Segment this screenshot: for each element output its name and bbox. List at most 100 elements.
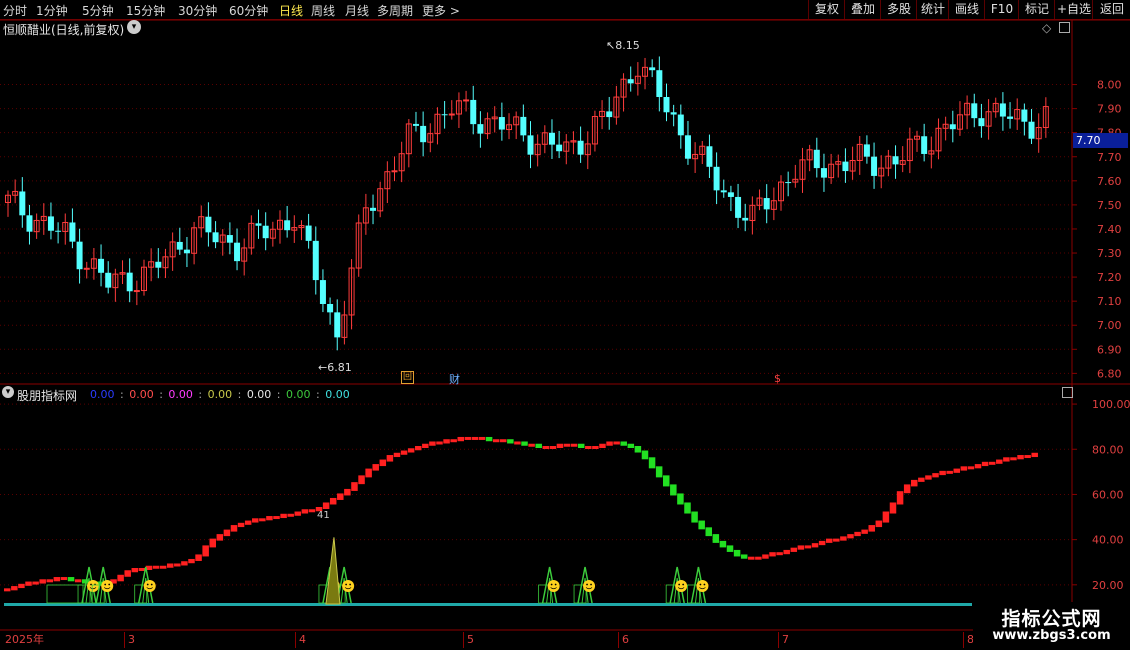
- price-tick-label: 6.90: [1097, 343, 1122, 356]
- indicator-segment: [174, 563, 181, 567]
- candle-body: [284, 220, 291, 231]
- candle-body: [763, 198, 770, 210]
- indicator-segment: [252, 518, 259, 523]
- candle-body: [305, 225, 312, 241]
- indicator-segment: [244, 520, 252, 525]
- indicator-tick-label: 100.00: [1092, 398, 1130, 411]
- candle-body: [255, 223, 262, 226]
- indicator-segment: [230, 525, 238, 532]
- indicator-segment: [748, 556, 755, 560]
- indicator-segment: [570, 443, 578, 447]
- indicator-segment: [372, 464, 379, 471]
- smiley-icon: [696, 580, 709, 592]
- indicator-segment: [287, 513, 294, 517]
- candle-body: [871, 156, 878, 176]
- candle-body: [412, 123, 419, 126]
- indicator-segment: [882, 511, 890, 523]
- indicator-segment: [273, 516, 280, 520]
- indicator-segment: [223, 529, 231, 537]
- indicator-segment: [719, 540, 727, 548]
- candle-body: [713, 166, 720, 191]
- indicator-segment: [868, 525, 875, 532]
- diamond-icon[interactable]: ◇: [1042, 21, 1051, 35]
- current-price-tag: 7.70: [1073, 133, 1128, 148]
- candle-body: [105, 272, 112, 288]
- indicator-segment: [974, 464, 982, 469]
- indicator-segment: [337, 493, 344, 500]
- chevron-down-icon[interactable]: ▾: [127, 20, 141, 34]
- indicator-segment: [67, 577, 75, 582]
- indicator-tick-label: 60.00: [1092, 488, 1124, 501]
- price-tick-label: 7.00: [1097, 319, 1122, 332]
- candle-body: [441, 114, 448, 116]
- candle-body: [226, 235, 233, 243]
- smiley-eye: [345, 583, 348, 586]
- window-toggle-icon[interactable]: [1062, 387, 1073, 398]
- stock-chart: 6.80 6.90 7.00 7.10 7.20 7.30 7.40 7.50 7.60 7.70…: [0, 19, 1130, 648]
- indicator-value: 0.00: [325, 388, 350, 401]
- x-axis-label: 4: [295, 632, 306, 648]
- candle-body: [47, 216, 54, 231]
- indicator-segment: [166, 563, 174, 568]
- candle-body: [26, 215, 33, 232]
- price-tick-label: 7.90: [1097, 103, 1122, 116]
- indicator-segment: [32, 581, 39, 585]
- price-tick-label: 7.30: [1097, 247, 1122, 260]
- candle-body: [448, 113, 455, 116]
- finance-marker[interactable]: 财: [449, 371, 460, 387]
- indicator-segment: [840, 536, 847, 541]
- indicator-segment: [407, 448, 415, 453]
- indicator-segment: [18, 583, 25, 589]
- indicator-segment: [209, 538, 216, 548]
- candle-body: [69, 222, 76, 242]
- indicator-value: 0.00: [90, 388, 115, 401]
- indicator-segment: [762, 554, 769, 559]
- indicator-segment: [606, 441, 613, 446]
- candle-body: [334, 312, 341, 338]
- indicator-segment: [450, 439, 457, 443]
- indicator-peak-label: 41: [317, 510, 330, 521]
- smiley-eye: [699, 583, 702, 586]
- candle-body: [842, 161, 849, 172]
- event-hui-marker[interactable]: 回: [401, 371, 414, 384]
- indicator-tick-label: 80.00: [1092, 443, 1124, 456]
- price-tick-label: 7.50: [1097, 199, 1122, 212]
- indicator-segment: [39, 579, 46, 584]
- indicator-segment: [358, 475, 365, 485]
- candle-body: [735, 196, 742, 218]
- indicator-segment: [308, 509, 316, 513]
- candle-body: [1021, 109, 1028, 122]
- indicator-segment: [1017, 455, 1024, 460]
- indicator-segment: [677, 493, 684, 505]
- window-toggle-icon[interactable]: [1059, 22, 1070, 33]
- price-tick-label: 7.70: [1097, 151, 1122, 164]
- indicator-segment: [556, 443, 564, 448]
- candle-body: [649, 67, 656, 71]
- indicator-segment: [500, 439, 507, 443]
- indicator-segment: [854, 531, 861, 537]
- candle-body: [742, 217, 749, 221]
- dividend-marker[interactable]: $: [774, 372, 781, 385]
- indicator-segment: [967, 466, 975, 470]
- smiley-eye: [682, 583, 685, 586]
- indicator-tick-label: 40.00: [1092, 534, 1124, 547]
- indicator-segment: [1031, 452, 1038, 458]
- indicator-segment: [181, 561, 188, 566]
- indicator-segment: [811, 543, 819, 548]
- candle-body: [55, 230, 62, 232]
- indicator-segment: [804, 545, 812, 549]
- smiley-eye: [554, 583, 557, 586]
- indicator-segment: [25, 581, 32, 586]
- chevron-down-icon[interactable]: ▾: [2, 386, 14, 398]
- candle-body: [234, 242, 241, 262]
- candle-body: [319, 280, 326, 304]
- indicator-segment: [542, 446, 550, 449]
- candle-body: [1007, 116, 1014, 119]
- indicator-segment: [577, 443, 585, 448]
- indicator-segment: [549, 446, 557, 449]
- indicator-segment: [152, 565, 160, 569]
- indicator-segment: [599, 443, 606, 448]
- indicator-segment: [400, 450, 408, 455]
- smiley-icon: [101, 580, 114, 592]
- indicator-series: [4, 436, 1038, 606]
